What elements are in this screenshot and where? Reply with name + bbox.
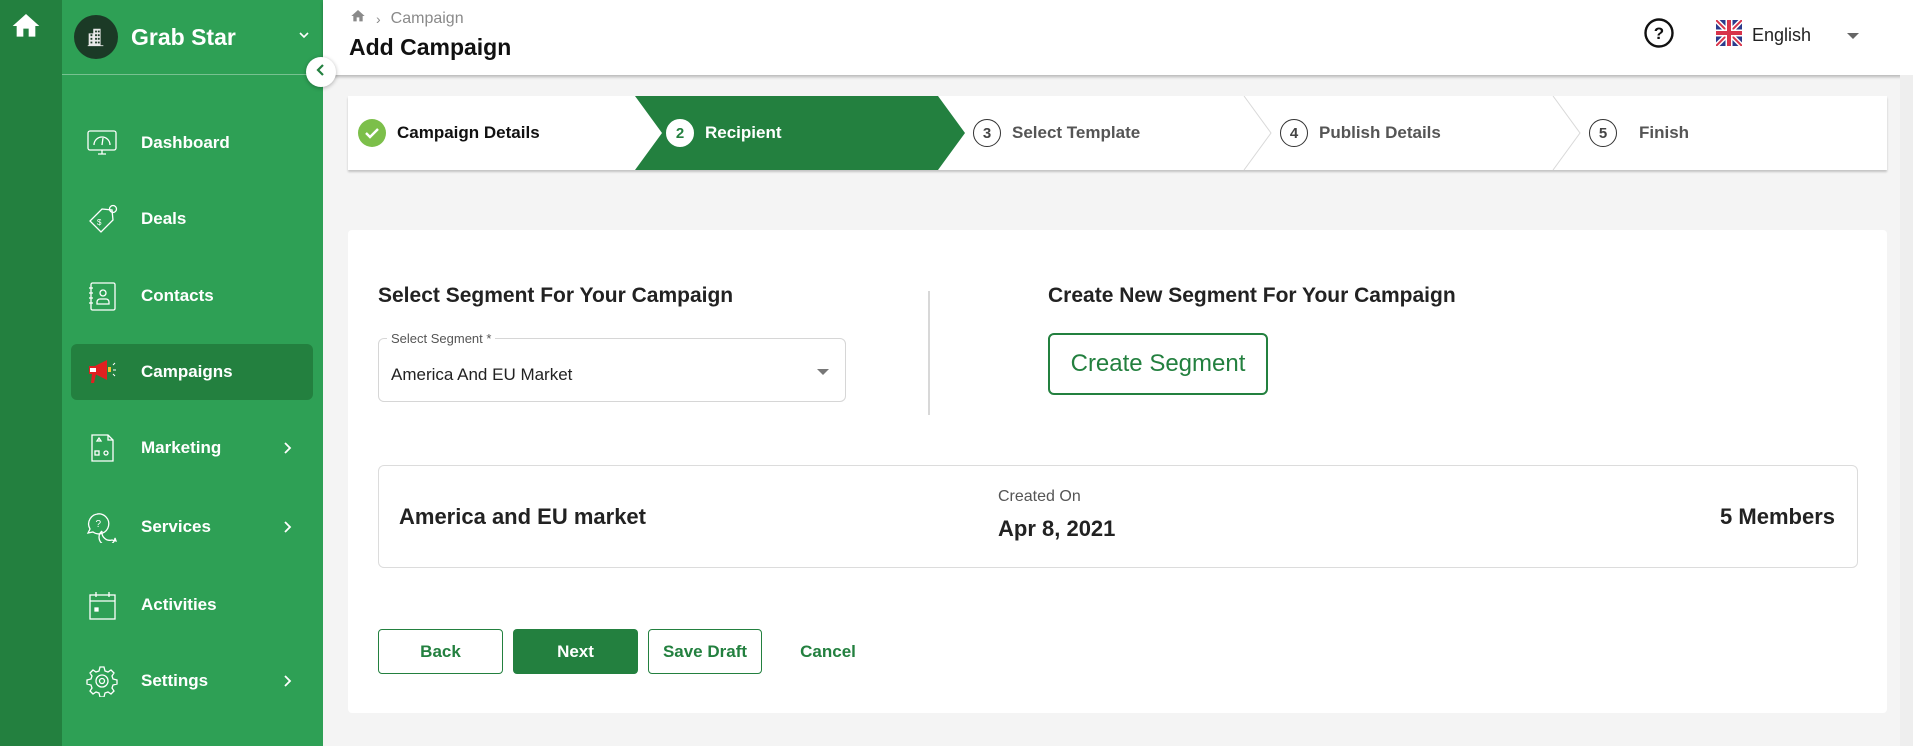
step-number: 2 <box>666 119 694 147</box>
page-title: Add Campaign <box>349 34 512 60</box>
help-circle-icon[interactable]: ? <box>1643 17 1675 49</box>
home-icon[interactable] <box>350 8 366 29</box>
gear-icon <box>85 664 119 698</box>
sidebar-item-settings[interactable]: Settings <box>71 653 313 709</box>
step-select-template[interactable]: 3 Select Template <box>973 96 1140 170</box>
step-label: Select Template <box>1012 123 1141 142</box>
created-on-date: Apr 8, 2021 <box>998 516 1116 541</box>
segment-select-value: America And EU Market <box>391 365 573 384</box>
step-number: 3 <box>973 119 1001 147</box>
sidebar-item-label: Settings <box>141 671 209 690</box>
building-icon <box>74 15 118 59</box>
sidebar: Grab Star Dashboard $ Deals Contacts Cam… <box>62 0 323 746</box>
sidebar-item-label: Activities <box>141 595 217 614</box>
chevron-right-icon <box>283 441 293 455</box>
step-label: Recipient <box>705 123 782 142</box>
segment-members-count: 5 Members <box>1720 504 1835 529</box>
vertical-divider <box>928 291 930 415</box>
step-divider <box>1243 96 1272 170</box>
sidebar-item-label: Dashboard <box>141 133 230 152</box>
chevron-down-icon <box>297 28 311 42</box>
breadcrumb: › Campaign <box>350 8 464 29</box>
sidebar-item-label: Services <box>141 517 211 536</box>
chevron-left-icon <box>315 63 327 82</box>
calendar-icon <box>85 588 119 622</box>
caret-down-icon <box>817 369 829 375</box>
contact-book-icon <box>85 279 119 313</box>
next-button[interactable]: Next <box>513 629 638 674</box>
step-publish-details[interactable]: 4 Publish Details <box>1280 96 1441 170</box>
brand-name: Grab Star <box>131 23 236 50</box>
caret-down-icon <box>1847 32 1860 39</box>
save-draft-button[interactable]: Save Draft <box>648 629 762 674</box>
svg-text:?: ? <box>96 519 102 530</box>
created-on-label: Created On <box>998 488 1081 505</box>
step-campaign-details[interactable]: Campaign Details <box>358 96 540 170</box>
segment-select[interactable]: Select Segment * America And EU Market <box>378 331 846 402</box>
price-tag-icon: $ <box>85 202 119 236</box>
top-header: › Campaign Add Campaign ? English <box>323 0 1913 75</box>
chevron-right-icon <box>283 520 293 534</box>
step-label: Campaign Details <box>397 123 540 142</box>
step-recipient[interactable]: 2 Recipient <box>666 96 782 170</box>
svg-text:$: $ <box>97 218 102 227</box>
page-scrollbar[interactable] <box>1900 75 1913 746</box>
sidebar-item-label: Marketing <box>141 438 222 457</box>
step-number: 4 <box>1280 119 1308 147</box>
language-selector[interactable]: English <box>1714 18 1860 51</box>
check-circle-icon <box>358 119 386 147</box>
icon-rail <box>0 0 62 746</box>
sidebar-item-contacts[interactable]: Contacts <box>71 268 313 324</box>
recipient-card: Select Segment For Your Campaign Select … <box>348 230 1887 713</box>
sidebar-item-activities[interactable]: Activities <box>71 577 313 633</box>
create-segment-button[interactable]: Create Segment <box>1048 333 1268 395</box>
segment-name: America and EU market <box>399 504 646 529</box>
create-segment-heading: Create New Segment For Your Campaign <box>1048 284 1456 307</box>
sidebar-item-label: Campaigns <box>141 362 233 381</box>
marketing-shapes-icon <box>85 431 119 465</box>
svg-text:?: ? <box>1654 24 1664 43</box>
select-segment-heading: Select Segment For Your Campaign <box>378 284 734 307</box>
step-label: Publish Details <box>1319 123 1441 142</box>
language-label: English <box>1752 25 1812 45</box>
chevron-right-icon <box>283 674 293 688</box>
sidebar-item-dashboard[interactable]: Dashboard <box>71 115 313 171</box>
sidebar-item-label: Deals <box>141 209 187 228</box>
chat-question-icon: ? <box>85 510 119 544</box>
sidebar-item-campaigns[interactable]: Campaigns <box>71 344 313 400</box>
step-label: Finish <box>1639 123 1690 142</box>
breadcrumb-separator: › <box>376 10 381 27</box>
segment-summary: America and EU market Created On Apr 8, … <box>378 465 1858 568</box>
back-button[interactable]: Back <box>378 629 503 674</box>
campaign-stepper: Campaign Details 2 Recipient 3 Select Te… <box>348 96 1887 170</box>
uk-flag-icon <box>1714 18 1744 51</box>
step-divider <box>1552 96 1581 170</box>
step-finish[interactable]: 5 Finish <box>1589 96 1689 170</box>
dashboard-gauge-icon <box>85 126 119 160</box>
segment-select-label: Select Segment * <box>387 331 496 346</box>
breadcrumb-campaign[interactable]: Campaign <box>391 10 464 28</box>
home-icon[interactable] <box>10 10 42 42</box>
megaphone-icon <box>85 355 119 389</box>
sidebar-item-services[interactable]: ? Services <box>71 499 313 555</box>
brand-switcher[interactable]: Grab Star <box>62 0 323 75</box>
sidebar-item-label: Contacts <box>141 286 214 305</box>
step-number: 5 <box>1589 119 1617 147</box>
sidebar-item-deals[interactable]: $ Deals <box>71 191 313 247</box>
sidebar-item-marketing[interactable]: Marketing <box>71 420 313 476</box>
collapse-sidebar-button[interactable] <box>306 57 336 87</box>
cancel-button[interactable]: Cancel <box>768 629 888 674</box>
